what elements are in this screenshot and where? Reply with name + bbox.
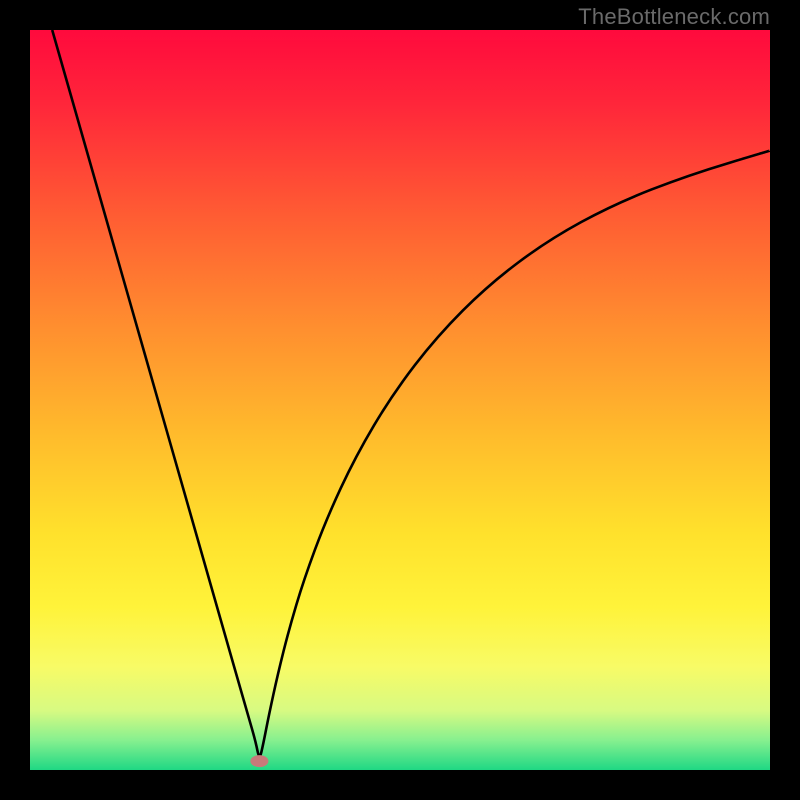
watermark-text: TheBottleneck.com xyxy=(578,4,770,30)
chart-frame: TheBottleneck.com xyxy=(0,0,800,800)
gradient-background xyxy=(30,30,770,770)
plot-area xyxy=(30,30,770,770)
chart-svg xyxy=(30,30,770,770)
minimum-marker xyxy=(250,755,268,767)
